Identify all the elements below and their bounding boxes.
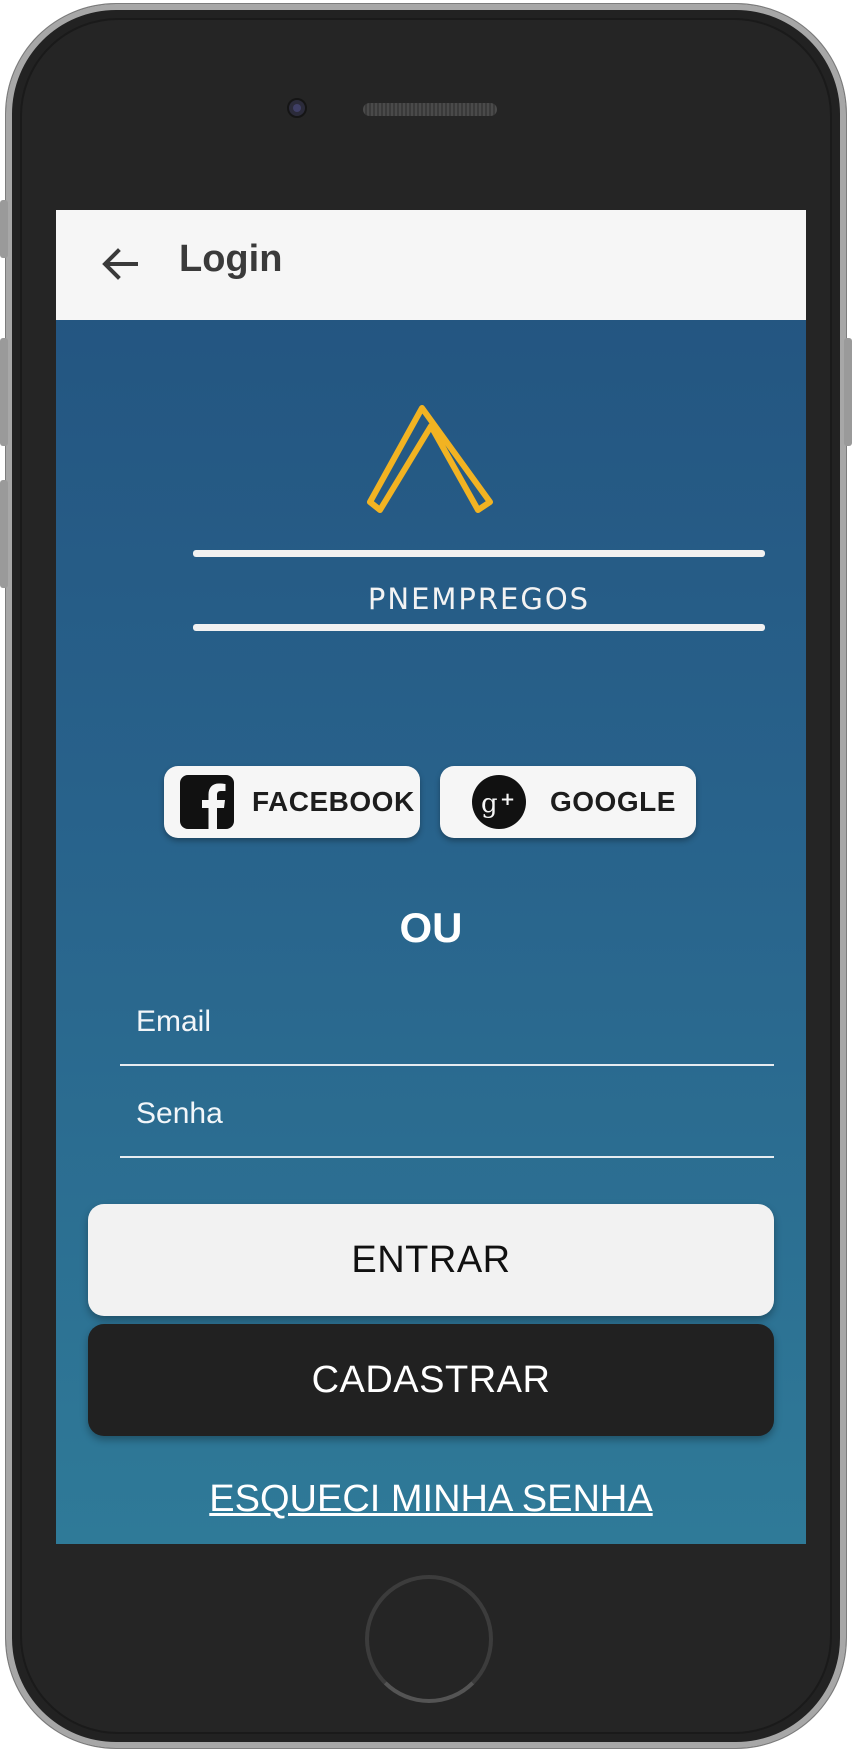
facebook-label: FACEBOOK <box>252 786 415 817</box>
facebook-icon <box>180 775 234 829</box>
google-plus-icon: g + <box>472 775 526 829</box>
forgot-password-link[interactable]: ESQUECI MINHA SENHA <box>56 1478 806 1521</box>
facebook-login-button[interactable]: FACEBOOK <box>164 766 420 838</box>
svg-text:g: g <box>481 789 498 819</box>
page-title: Login <box>179 238 283 280</box>
email-field <box>120 984 774 1066</box>
chevron-logo-icon <box>367 405 493 513</box>
google-login-button[interactable]: g + GOOGLE <box>440 766 696 838</box>
email-input[interactable] <box>120 994 760 1050</box>
silent-switch <box>0 200 8 258</box>
power-button <box>844 338 852 446</box>
password-input[interactable] <box>120 1086 760 1142</box>
login-screen: Login PNEMPREGOS FACEBOOK g + GOOGLE OU <box>56 210 806 1544</box>
logo-bottom-line <box>193 624 765 631</box>
register-button[interactable]: CADASTRAR <box>88 1324 774 1436</box>
login-button[interactable]: ENTRAR <box>88 1204 774 1316</box>
logo-wordmark: PNEMPREGOS <box>367 582 591 616</box>
svg-text:+: + <box>500 789 515 810</box>
social-login-row: FACEBOOK g + GOOGLE <box>56 766 806 838</box>
app-bar: Login <box>56 210 806 320</box>
brand-logo: PNEMPREGOS <box>136 400 765 650</box>
volume-up-button <box>0 338 8 446</box>
password-field <box>120 1076 774 1158</box>
logo-top-line <box>193 550 765 557</box>
or-separator: OU <box>399 904 463 951</box>
volume-down-button <box>0 480 8 588</box>
front-camera <box>287 98 307 118</box>
home-button[interactable] <box>365 1575 493 1703</box>
earpiece-speaker <box>363 103 497 116</box>
google-label: GOOGLE <box>550 786 676 817</box>
arrow-left-icon[interactable] <box>100 244 140 284</box>
